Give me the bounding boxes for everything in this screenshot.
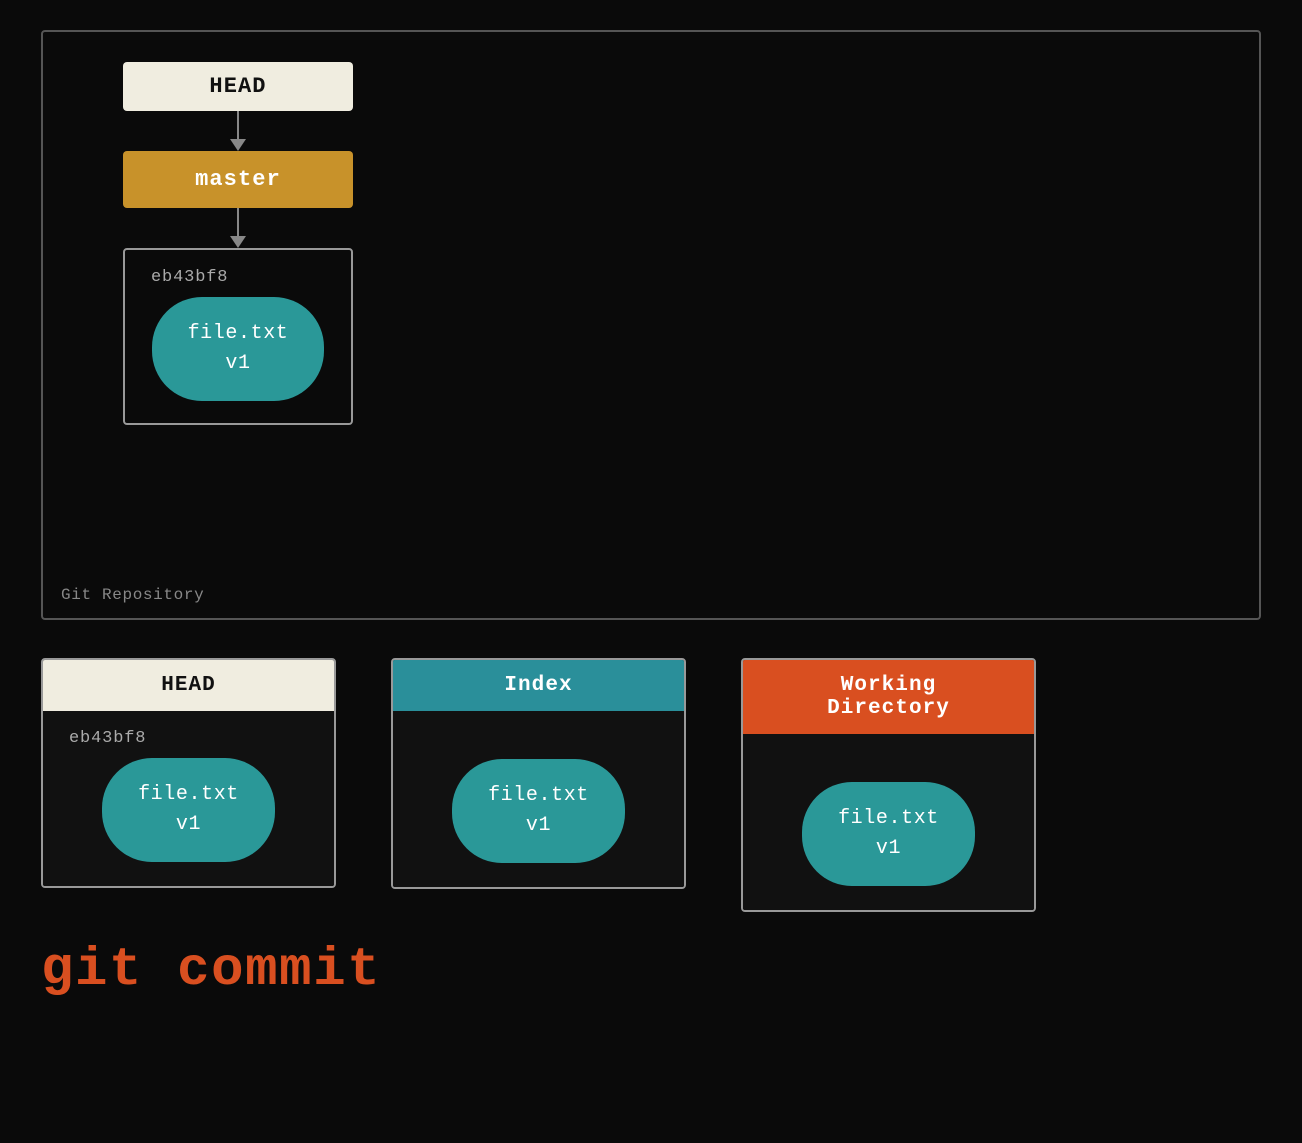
wd-panel-header: Working Directory <box>743 660 1034 734</box>
wd-file-blob: file.txt v1 <box>802 782 975 886</box>
head-file-blob: file.txt v1 <box>102 758 275 862</box>
head-panel-header: HEAD <box>43 660 334 711</box>
arrow-tip-2 <box>230 236 246 248</box>
commit-box-top: eb43bf8 file.txt v1 <box>123 248 353 425</box>
commit-hash-top: eb43bf8 <box>145 268 228 287</box>
arrow-master-to-commit <box>123 208 353 248</box>
bottom-section: HEAD eb43bf8 file.txt v1 Index file.txt … <box>41 658 1261 912</box>
head-commit-hash: eb43bf8 <box>63 729 146 748</box>
master-box: master <box>123 151 353 208</box>
git-repo-label: Git Repository <box>61 586 204 604</box>
git-repository-container: HEAD master eb43bf8 file.txt v1 Git Repo… <box>41 30 1261 620</box>
arrow-head-to-master <box>123 111 353 151</box>
git-commit-label: git commit <box>41 940 381 1001</box>
head-panel: HEAD eb43bf8 file.txt v1 <box>41 658 336 888</box>
head-panel-body: eb43bf8 file.txt v1 <box>43 711 334 886</box>
index-panel-header: Index <box>393 660 684 711</box>
working-directory-panel: Working Directory file.txt v1 <box>741 658 1036 912</box>
index-panel-body: file.txt v1 <box>393 711 684 887</box>
arrow-line-1 <box>237 111 239 139</box>
arrow-line-2 <box>237 208 239 236</box>
wd-panel-body: file.txt v1 <box>743 734 1034 910</box>
index-panel: Index file.txt v1 <box>391 658 686 889</box>
index-file-blob: file.txt v1 <box>452 759 625 863</box>
head-box-top: HEAD <box>123 62 353 111</box>
arrow-tip-1 <box>230 139 246 151</box>
file-blob-top: file.txt v1 <box>152 297 325 401</box>
